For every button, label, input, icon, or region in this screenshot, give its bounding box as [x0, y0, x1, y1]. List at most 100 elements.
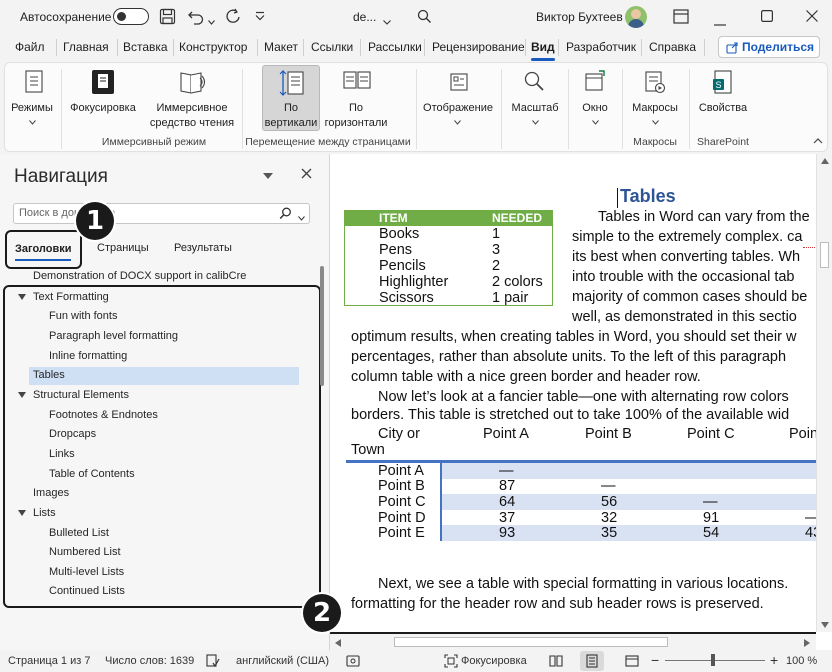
distance-header: Point C — [687, 426, 735, 442]
search-icon[interactable] — [417, 9, 432, 27]
collapse-structural-elements-icon[interactable] — [18, 392, 26, 398]
nav-search-dropdown-icon[interactable] — [298, 212, 305, 224]
immersive-reader-button[interactable]: Иммерсивное средство чтения — [143, 69, 241, 131]
items-cell: 3 — [492, 242, 501, 258]
collapse-ribbon-icon[interactable] — [813, 135, 823, 147]
nav-item-fun-with-fonts[interactable]: Fun with fonts — [49, 307, 117, 326]
zoom-in-icon[interactable]: + — [770, 652, 778, 668]
tab-view[interactable]: Вид — [531, 40, 555, 58]
nav-item-toc[interactable]: Table of Contents — [49, 465, 135, 484]
nav-item-structural-elements[interactable]: Structural Elements — [33, 386, 129, 405]
distance-cell: 64 — [499, 494, 516, 510]
user-avatar[interactable] — [625, 6, 647, 28]
nav-item-multilevel-lists[interactable]: Multi-level Lists — [49, 563, 124, 582]
properties-button[interactable]: S Свойства — [693, 69, 753, 131]
status-words[interactable]: Число слов: 1639 — [105, 655, 194, 667]
collapse-text-formatting-icon[interactable] — [18, 294, 26, 300]
vertical-scroll-icon — [279, 69, 305, 100]
nav-item-bulleted-list[interactable]: Bulleted List — [49, 524, 109, 543]
nav-item-continued-lists[interactable]: Continued Lists — [49, 582, 125, 601]
nav-search-input[interactable]: Поиск в документе — [13, 203, 310, 224]
vertical-button[interactable]: По вертикали — [262, 65, 320, 131]
tab-design[interactable]: Конструктор — [179, 40, 247, 58]
tab-insert[interactable]: Вставка — [123, 40, 168, 58]
tab-home[interactable]: Главная — [63, 40, 109, 58]
doc-horizontal-scrollbar[interactable] — [330, 632, 816, 650]
modes-button[interactable]: Режимы — [9, 69, 55, 131]
display-button[interactable]: Отображение — [419, 69, 497, 131]
status-focus[interactable]: Фокусировка — [461, 655, 527, 667]
nav-tab-pages[interactable]: Страницы — [97, 242, 149, 254]
nav-item-images[interactable]: Images — [33, 484, 69, 503]
proofing-icon[interactable] — [206, 654, 220, 671]
window-button[interactable]: Окно — [571, 69, 619, 131]
nav-item-inline-formatting[interactable]: Inline formatting — [49, 347, 127, 366]
doc-vertical-scrollbar[interactable] — [816, 154, 832, 632]
nav-item-paragraph-formatting[interactable]: Paragraph level formatting — [49, 327, 178, 346]
horizontal-label-1: По — [348, 102, 364, 114]
doc-side-line: into trouble with the occasional tab — [572, 269, 795, 285]
status-page[interactable]: Страница 1 из 7 — [8, 655, 90, 667]
items-cell: 2 — [492, 258, 501, 274]
nav-item-tables[interactable]: Tables — [33, 366, 65, 385]
doc-hscroll-thumb[interactable] — [394, 637, 668, 647]
focus-button[interactable]: Фокусировка — [67, 69, 139, 131]
status-zoom[interactable]: 100 % — [786, 655, 817, 667]
accessibility-icon[interactable] — [346, 655, 360, 670]
zoom-button[interactable]: Масштаб — [505, 69, 565, 131]
items-header-item: ITEM — [379, 211, 408, 225]
zoom-icon — [523, 70, 545, 95]
properties-icon: S — [712, 70, 734, 99]
title-dropdown-icon[interactable] — [383, 14, 391, 28]
items-cell: 2 colors — [492, 274, 543, 290]
nav-item-lists[interactable]: Lists — [33, 504, 56, 523]
nav-search-icon[interactable] — [279, 207, 292, 223]
tab-help[interactable]: Справка — [649, 40, 696, 58]
zoom-out-icon[interactable]: − — [651, 652, 659, 668]
doc-side-line: Tables in Word can vary from the — [598, 209, 810, 225]
undo-icon[interactable] — [187, 8, 205, 28]
document-canvas[interactable]: Tables ITEM NEEDED Books 1 Pens 3 Pencil… — [330, 154, 832, 650]
tab-layout[interactable]: Макет — [264, 40, 298, 58]
undo-dropdown-icon[interactable] — [208, 14, 215, 28]
nav-options-icon[interactable] — [263, 170, 273, 182]
close-window-icon[interactable] — [806, 10, 818, 25]
nav-item-text-formatting[interactable]: Text Formatting — [33, 288, 109, 307]
tab-references[interactable]: Ссылки — [311, 40, 353, 58]
nav-item-demonstration[interactable]: Demonstration of DOCX support in calibCr… — [33, 267, 246, 286]
nav-scrollbar[interactable] — [320, 266, 324, 386]
nav-item-dropcaps[interactable]: Dropcaps — [49, 425, 96, 444]
save-icon[interactable] — [159, 8, 176, 28]
minimize-icon[interactable] — [714, 15, 726, 29]
nav-tab-results[interactable]: Результаты — [174, 242, 232, 254]
autosave-toggle[interactable] — [113, 8, 149, 25]
focus-label: Фокусировка — [70, 102, 136, 114]
nav-item-footnotes[interactable]: Footnotes & Endnotes — [49, 406, 158, 425]
focus-mode-icon[interactable] — [444, 654, 458, 671]
tab-mailings[interactable]: Рассылки — [368, 40, 422, 58]
zoom-slider[interactable] — [665, 654, 765, 666]
maximize-icon[interactable] — [761, 10, 774, 25]
nav-close-icon[interactable] — [301, 168, 312, 182]
horizontal-button[interactable]: По горизонтали — [323, 69, 389, 131]
nav-item-numbered-list[interactable]: Numbered List — [49, 543, 121, 562]
tab-file[interactable]: Файл — [15, 40, 45, 58]
macros-button[interactable]: Макросы — [625, 69, 685, 131]
zoom-slider-thumb[interactable] — [711, 654, 715, 666]
tab-review[interactable]: Рецензирование — [432, 40, 524, 58]
doc-scroll-thumb[interactable] — [820, 242, 829, 268]
modes-icon — [24, 70, 44, 97]
collapse-lists-icon[interactable] — [18, 510, 26, 516]
read-mode-icon[interactable] — [549, 654, 563, 671]
nav-tab-headings[interactable]: Заголовки — [5, 230, 82, 269]
customize-toolbar-icon[interactable] — [255, 10, 265, 24]
ribbon-display-options-icon[interactable] — [673, 9, 689, 27]
tab-developer[interactable]: Разработчик — [566, 40, 636, 58]
redo-icon[interactable] — [224, 8, 242, 28]
print-layout-button[interactable] — [580, 651, 604, 671]
nav-item-links[interactable]: Links — [49, 445, 75, 464]
status-language[interactable]: английский (США) — [236, 655, 329, 667]
window-icon — [584, 70, 606, 95]
web-layout-icon[interactable] — [625, 654, 639, 671]
share-button[interactable]: Поделиться — [718, 36, 820, 58]
